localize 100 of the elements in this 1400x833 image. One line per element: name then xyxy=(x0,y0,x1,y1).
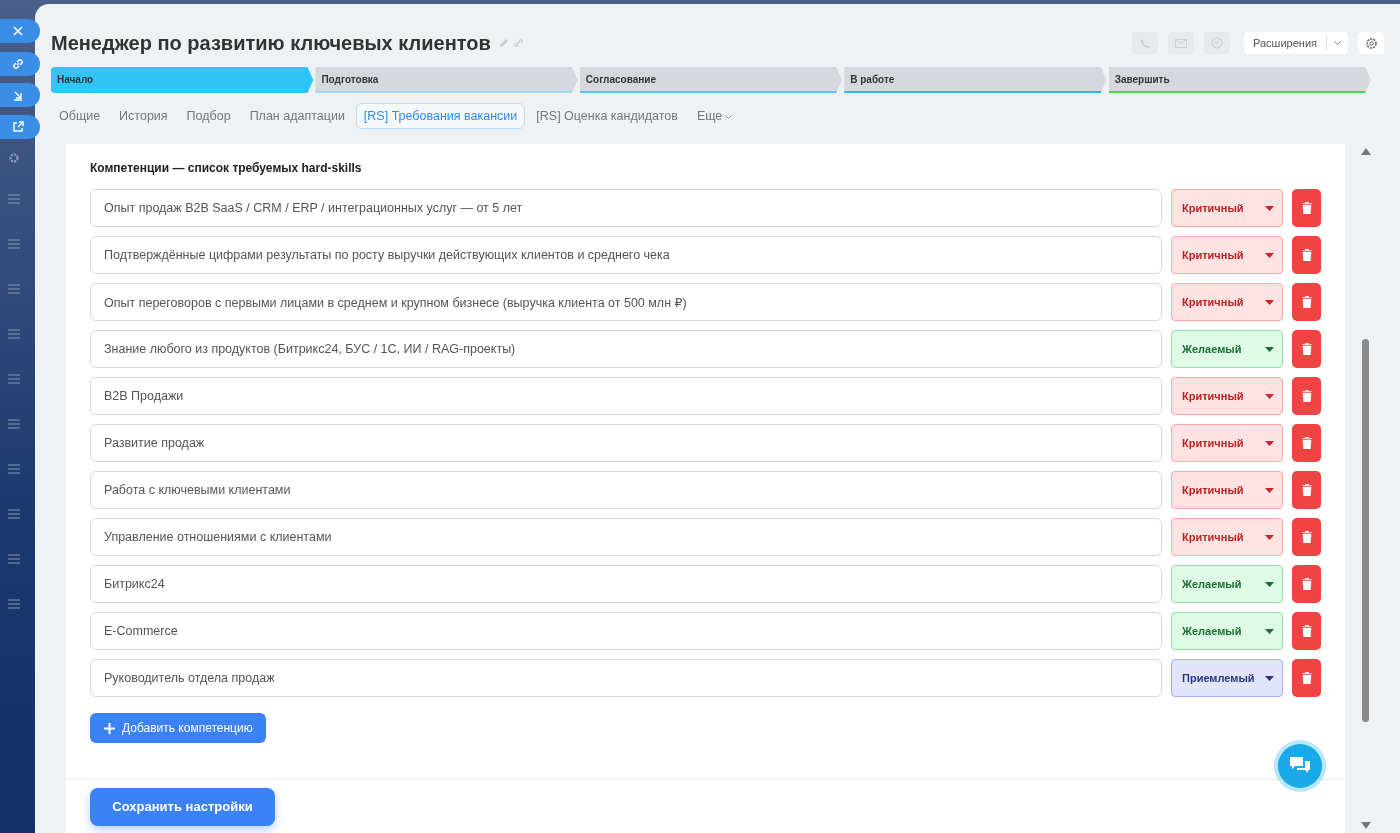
drag-handle-icon[interactable] xyxy=(8,419,20,429)
drag-handle-icon[interactable] xyxy=(8,374,20,384)
priority-dropdown[interactable]: Критичный xyxy=(1171,471,1283,509)
chevron-down-icon xyxy=(725,115,733,120)
caret-icon xyxy=(1265,299,1274,305)
competency-field[interactable]: Знание любого из продуктов (Битрикс24, БУС / 1С, ИИ / RAG-проекты) xyxy=(90,330,1162,368)
competency-field[interactable]: Развитие продаж xyxy=(90,424,1162,462)
add-competency-button[interactable]: Добавить компетенцию xyxy=(90,713,266,743)
delete-button[interactable] xyxy=(1292,283,1321,321)
caret-icon xyxy=(1265,534,1274,540)
competency-field[interactable]: Опыт переговоров с первыми лицами в среднем и крупном бизнесе (выручка клиента от 500 млн ₽) xyxy=(90,283,1162,321)
caret-icon xyxy=(1265,346,1274,352)
scroll-up-icon[interactable] xyxy=(1361,148,1371,155)
window-title: Менеджер по развитию ключевых клиентов xyxy=(51,31,491,55)
caret-icon xyxy=(1265,440,1274,446)
scroll-down-icon[interactable] xyxy=(1361,822,1371,829)
settings-icon xyxy=(1364,36,1378,50)
priority-dropdown[interactable]: Критичный xyxy=(1171,518,1283,556)
close-button[interactable] xyxy=(0,19,40,43)
trash-icon xyxy=(1301,625,1312,637)
priority-dropdown[interactable]: Критичный xyxy=(1171,236,1283,274)
chat-button[interactable] xyxy=(1278,744,1322,788)
competency-field[interactable]: Руководитель отдела продаж xyxy=(90,659,1162,697)
trash-icon xyxy=(1301,202,1312,214)
priority-dropdown[interactable]: Желаемый xyxy=(1171,330,1283,368)
pipeline-stage[interactable]: Завершить xyxy=(1108,67,1372,93)
settings-icon[interactable] xyxy=(8,152,20,164)
delete-button[interactable] xyxy=(1292,518,1321,556)
drag-handle-icon[interactable] xyxy=(8,464,20,474)
delete-button[interactable] xyxy=(1292,330,1321,368)
competency-field[interactable]: E-Commerce xyxy=(90,612,1162,650)
drag-handle-icon[interactable] xyxy=(8,194,20,204)
external-link-icon xyxy=(10,119,26,135)
caret-icon xyxy=(1265,628,1274,634)
priority-dropdown[interactable]: Приемлемый xyxy=(1171,659,1283,697)
trash-icon xyxy=(1301,672,1312,684)
delete-button[interactable] xyxy=(1292,424,1321,462)
phone-icon xyxy=(1139,37,1151,49)
drag-handle-icon[interactable] xyxy=(8,284,20,294)
trash-icon xyxy=(1301,390,1312,402)
trash-icon xyxy=(1301,249,1312,261)
trash-icon xyxy=(1301,296,1312,308)
link-icon xyxy=(10,56,26,72)
priority-dropdown[interactable]: Желаемый xyxy=(1171,612,1283,650)
extensions-button[interactable]: Расширения xyxy=(1244,32,1348,54)
tab[interactable]: [RS] Оценка кандидатов xyxy=(528,103,686,129)
tab[interactable]: История xyxy=(111,103,176,129)
more-tab[interactable]: Еще xyxy=(688,103,741,129)
link-button[interactable] xyxy=(0,52,40,76)
scroll-thumb[interactable] xyxy=(1362,339,1369,722)
competency-field[interactable]: Битрикс24 xyxy=(90,565,1162,603)
competency-field[interactable]: Управление отношениями с клиентами xyxy=(90,518,1162,556)
mail-icon xyxy=(1175,38,1187,48)
drag-handle-icon[interactable] xyxy=(8,554,20,564)
competency-field[interactable]: Работа с ключевыми клиентами xyxy=(90,471,1162,509)
drag-handle-icon[interactable] xyxy=(8,239,20,249)
tab[interactable]: Подбор xyxy=(178,103,239,129)
delete-button[interactable] xyxy=(1292,471,1321,509)
priority-dropdown[interactable]: Критичный xyxy=(1171,424,1283,462)
trash-icon xyxy=(1301,484,1312,496)
arrow-button[interactable] xyxy=(0,83,40,107)
tab[interactable]: План адаптации xyxy=(241,103,353,129)
tab[interactable]: Общие xyxy=(51,103,109,129)
pipeline-stage[interactable]: В работе xyxy=(844,67,1107,93)
delete-button[interactable] xyxy=(1292,236,1321,274)
caret-icon xyxy=(1265,393,1274,399)
section-title: Компетенции — список требуемых hard-skills xyxy=(90,161,363,175)
caret-icon xyxy=(1265,675,1274,681)
external-link-button[interactable] xyxy=(0,115,40,139)
chevron-down-icon xyxy=(1333,40,1342,46)
pipeline-stage[interactable]: Подготовка xyxy=(315,67,578,93)
plus-icon xyxy=(104,722,115,734)
drag-handle-icon[interactable] xyxy=(8,509,20,519)
trash-icon xyxy=(1301,343,1312,355)
trash-icon xyxy=(1301,437,1312,449)
delete-button[interactable] xyxy=(1292,189,1321,227)
priority-dropdown[interactable]: Критичный xyxy=(1171,283,1283,321)
priority-dropdown[interactable]: Критичный xyxy=(1171,377,1283,415)
trash-icon xyxy=(1301,531,1312,543)
save-button[interactable]: Сохранить настройки xyxy=(90,787,275,826)
delete-button[interactable] xyxy=(1292,377,1321,415)
pipeline-stage[interactable]: Начало xyxy=(51,67,314,93)
pipeline-stage[interactable]: Согласование xyxy=(579,67,843,93)
competency-field[interactable]: Подтверждённые цифрами результаты по росту выручки действующих клиентов и среднего чека xyxy=(90,236,1162,274)
caret-icon xyxy=(1265,205,1274,211)
chat-icon xyxy=(1211,37,1223,49)
settings-button[interactable] xyxy=(1358,32,1384,54)
delete-button[interactable] xyxy=(1292,565,1321,603)
tab[interactable]: [RS] Требования вакансии xyxy=(355,103,526,129)
delete-button[interactable] xyxy=(1292,612,1321,650)
delete-button[interactable] xyxy=(1292,659,1321,697)
drag-handle-icon[interactable] xyxy=(8,599,20,609)
caret-icon xyxy=(1265,487,1274,493)
competency-field[interactable]: B2B Продажи xyxy=(90,377,1162,415)
priority-dropdown[interactable]: Желаемый xyxy=(1171,565,1283,603)
caret-icon xyxy=(1265,581,1274,587)
trash-icon xyxy=(1301,578,1312,590)
drag-handle-icon[interactable] xyxy=(8,329,20,339)
competency-field[interactable]: Опыт продаж B2B SaaS / CRM / ERP / интеграционных услуг — от 5 лет xyxy=(90,189,1162,227)
priority-dropdown[interactable]: Критичный xyxy=(1171,189,1283,227)
